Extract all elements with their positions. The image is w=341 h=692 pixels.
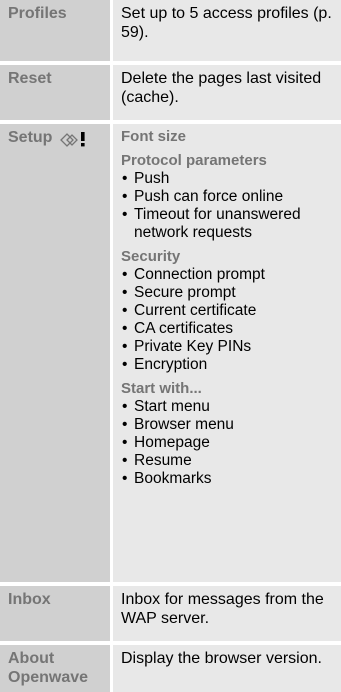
row-description: Set up to 5 access profiles (p. 59). — [113, 0, 341, 61]
list-item: Timeout for unanswered network requests — [121, 206, 333, 242]
list-item: Browser menu — [121, 416, 333, 434]
row-label: Setup — [8, 129, 53, 146]
protocol-options-list: Push Push can force online Timeout for u… — [121, 170, 333, 242]
list-item: Current certificate — [121, 302, 333, 320]
setup-options: Font size Protocol parameters Push Push … — [113, 124, 341, 582]
table-row-setup: Setup Font size Protocol parameters Push… — [0, 124, 341, 586]
list-item: Push can force online — [121, 188, 333, 206]
list-item: CA certificates — [121, 320, 333, 338]
row-label: About Openwave — [0, 645, 113, 692]
table-row-inbox: Inbox Inbox for messages from the WAP se… — [0, 586, 341, 645]
menu-function-table: Profiles Set up to 5 access profiles (p.… — [0, 0, 341, 692]
row-label: Inbox — [0, 586, 113, 641]
list-item: Secure prompt — [121, 284, 333, 302]
section-start-with-title: Start with... — [121, 380, 202, 397]
row-description: Display the browser version. — [113, 645, 341, 692]
row-description: Delete the pages last visited (cache). — [113, 65, 341, 120]
section-security-title: Security — [121, 248, 181, 265]
list-item: Push — [121, 170, 333, 188]
list-item: Encryption — [121, 356, 333, 374]
list-item: Resume — [121, 452, 333, 470]
section-font-size-title: Font size — [121, 128, 187, 145]
row-description: Inbox for messages from the WAP server. — [113, 586, 341, 641]
section-protocol-title: Protocol parameters — [121, 152, 267, 169]
row-label: Profiles — [0, 0, 113, 61]
table-row-reset: Reset Delete the pages last visited (cac… — [0, 65, 341, 124]
start-with-options-list: Start menu Browser menu Homepage Resume … — [121, 398, 333, 488]
settings-shortcut-icon — [58, 129, 88, 147]
list-item: Bookmarks — [121, 470, 333, 488]
table-row-about-openwave: About Openwave Display the browser versi… — [0, 645, 341, 692]
table-row-profiles: Profiles Set up to 5 access profiles (p.… — [0, 0, 341, 65]
row-label-cell: Setup — [0, 124, 113, 582]
security-options-list: Connection prompt Secure prompt Current … — [121, 266, 333, 374]
list-item: Homepage — [121, 434, 333, 452]
list-item: Connection prompt — [121, 266, 333, 284]
list-item: Private Key PINs — [121, 338, 333, 356]
row-label: Reset — [0, 65, 113, 120]
list-item: Start menu — [121, 398, 333, 416]
